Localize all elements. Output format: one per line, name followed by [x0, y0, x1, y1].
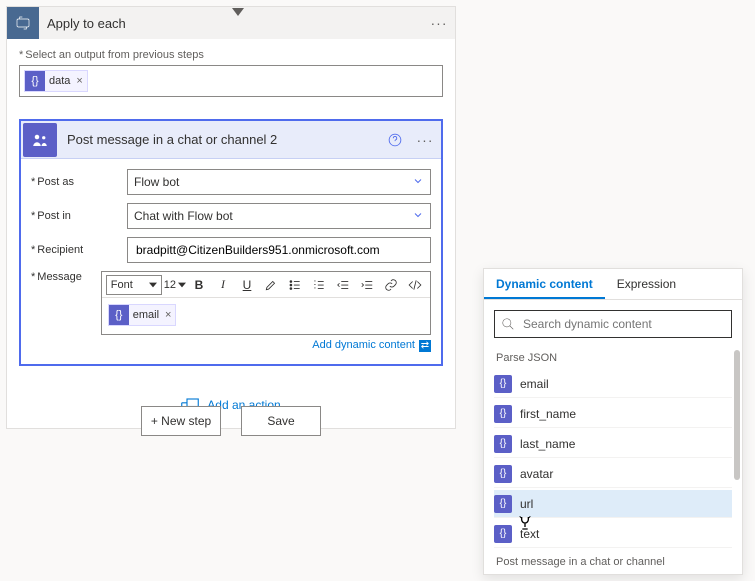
- loop-icon: [7, 7, 39, 39]
- email-token[interactable]: {} email ×: [108, 304, 177, 326]
- dc-group-post-message: Post message in a chat or channel: [484, 550, 742, 568]
- teams-icon: [23, 123, 57, 157]
- prev-steps-label: Select an output from previous steps: [19, 49, 443, 61]
- post-as-label: Post as: [31, 176, 127, 188]
- apply-to-each-title: Apply to each: [39, 16, 423, 31]
- number-list-icon[interactable]: [308, 274, 330, 296]
- link-icon[interactable]: [380, 274, 402, 296]
- apply-to-each-card: Apply to each ··· Select an output from …: [6, 6, 456, 429]
- dc-item-first-name[interactable]: {}first_name: [494, 400, 732, 428]
- token-icon: {}: [494, 465, 512, 483]
- font-select[interactable]: Font: [106, 275, 162, 295]
- search-icon: [501, 317, 515, 331]
- prev-steps-input[interactable]: {} data ×: [19, 65, 443, 97]
- dc-item-avatar[interactable]: {}avatar: [494, 460, 732, 488]
- italic-button[interactable]: I: [212, 274, 234, 296]
- underline-button[interactable]: U: [236, 274, 258, 296]
- outdent-icon[interactable]: [332, 274, 354, 296]
- rte-toolbar: Font 12 B I U: [102, 272, 430, 298]
- tab-expression[interactable]: Expression: [605, 269, 688, 299]
- dc-item-last-name[interactable]: {}last_name: [494, 430, 732, 458]
- post-in-value: Chat with Flow bot: [134, 209, 233, 223]
- email-token-label: email: [133, 309, 159, 321]
- dynamic-content-panel: Dynamic content Expression Parse JSON {}…: [483, 268, 743, 575]
- code-view-icon[interactable]: [404, 274, 426, 296]
- token-icon: {}: [109, 305, 129, 325]
- dc-item-url[interactable]: {}url: [494, 490, 732, 518]
- remove-email-token[interactable]: ×: [165, 309, 171, 321]
- bold-button[interactable]: B: [188, 274, 210, 296]
- post-message-title: Post message in a chat or channel 2: [59, 132, 381, 147]
- post-message-menu[interactable]: ···: [409, 124, 441, 156]
- indent-icon[interactable]: [356, 274, 378, 296]
- plus-icon: ⇄: [419, 340, 431, 352]
- new-step-button[interactable]: + New step: [141, 406, 221, 436]
- dc-search-input[interactable]: [521, 316, 725, 332]
- post-as-value: Flow bot: [134, 175, 179, 189]
- recipient-field[interactable]: [134, 242, 424, 258]
- post-message-header[interactable]: Post message in a chat or channel 2 ···: [21, 121, 441, 159]
- recipient-label: Recipient: [31, 244, 127, 256]
- token-icon: {}: [494, 525, 512, 543]
- apply-to-each-header[interactable]: Apply to each ···: [7, 7, 455, 39]
- tab-dynamic-content[interactable]: Dynamic content: [484, 269, 605, 299]
- message-body[interactable]: {} email ×: [102, 298, 430, 334]
- bullet-list-icon[interactable]: [284, 274, 306, 296]
- recipient-input[interactable]: [127, 237, 431, 263]
- token-icon: {}: [25, 71, 45, 91]
- apply-to-each-menu[interactable]: ···: [423, 7, 455, 39]
- token-icon: {}: [494, 435, 512, 453]
- chevron-down-icon: [412, 209, 424, 224]
- data-token-label: data: [49, 75, 70, 87]
- message-editor: Font 12 B I U: [101, 271, 431, 335]
- token-icon: {}: [494, 495, 512, 513]
- add-dynamic-content-link[interactable]: Add dynamic content⇄: [101, 335, 431, 352]
- chevron-down-icon: [412, 175, 424, 190]
- remove-data-token[interactable]: ×: [76, 75, 82, 87]
- post-in-label: Post in: [31, 210, 127, 222]
- post-message-card: Post message in a chat or channel 2 ··· …: [19, 119, 443, 366]
- token-icon: {}: [494, 375, 512, 393]
- data-token[interactable]: {} data ×: [24, 70, 88, 92]
- message-label: Message: [31, 271, 101, 283]
- dc-item-text[interactable]: {}text: [494, 520, 732, 548]
- post-in-select[interactable]: Chat with Flow bot: [127, 203, 431, 229]
- flow-arrow-icon: [232, 5, 244, 19]
- token-icon: {}: [494, 405, 512, 423]
- help-icon[interactable]: [381, 133, 409, 147]
- post-as-select[interactable]: Flow bot: [127, 169, 431, 195]
- font-size-select[interactable]: 12: [164, 279, 186, 291]
- save-button[interactable]: Save: [241, 406, 321, 436]
- dc-search[interactable]: [494, 310, 732, 338]
- dc-item-email[interactable]: {}email: [494, 370, 732, 398]
- highlight-icon[interactable]: [260, 274, 282, 296]
- dc-group-parse-json: Parse JSON: [484, 346, 742, 368]
- dc-scrollbar[interactable]: [734, 350, 740, 480]
